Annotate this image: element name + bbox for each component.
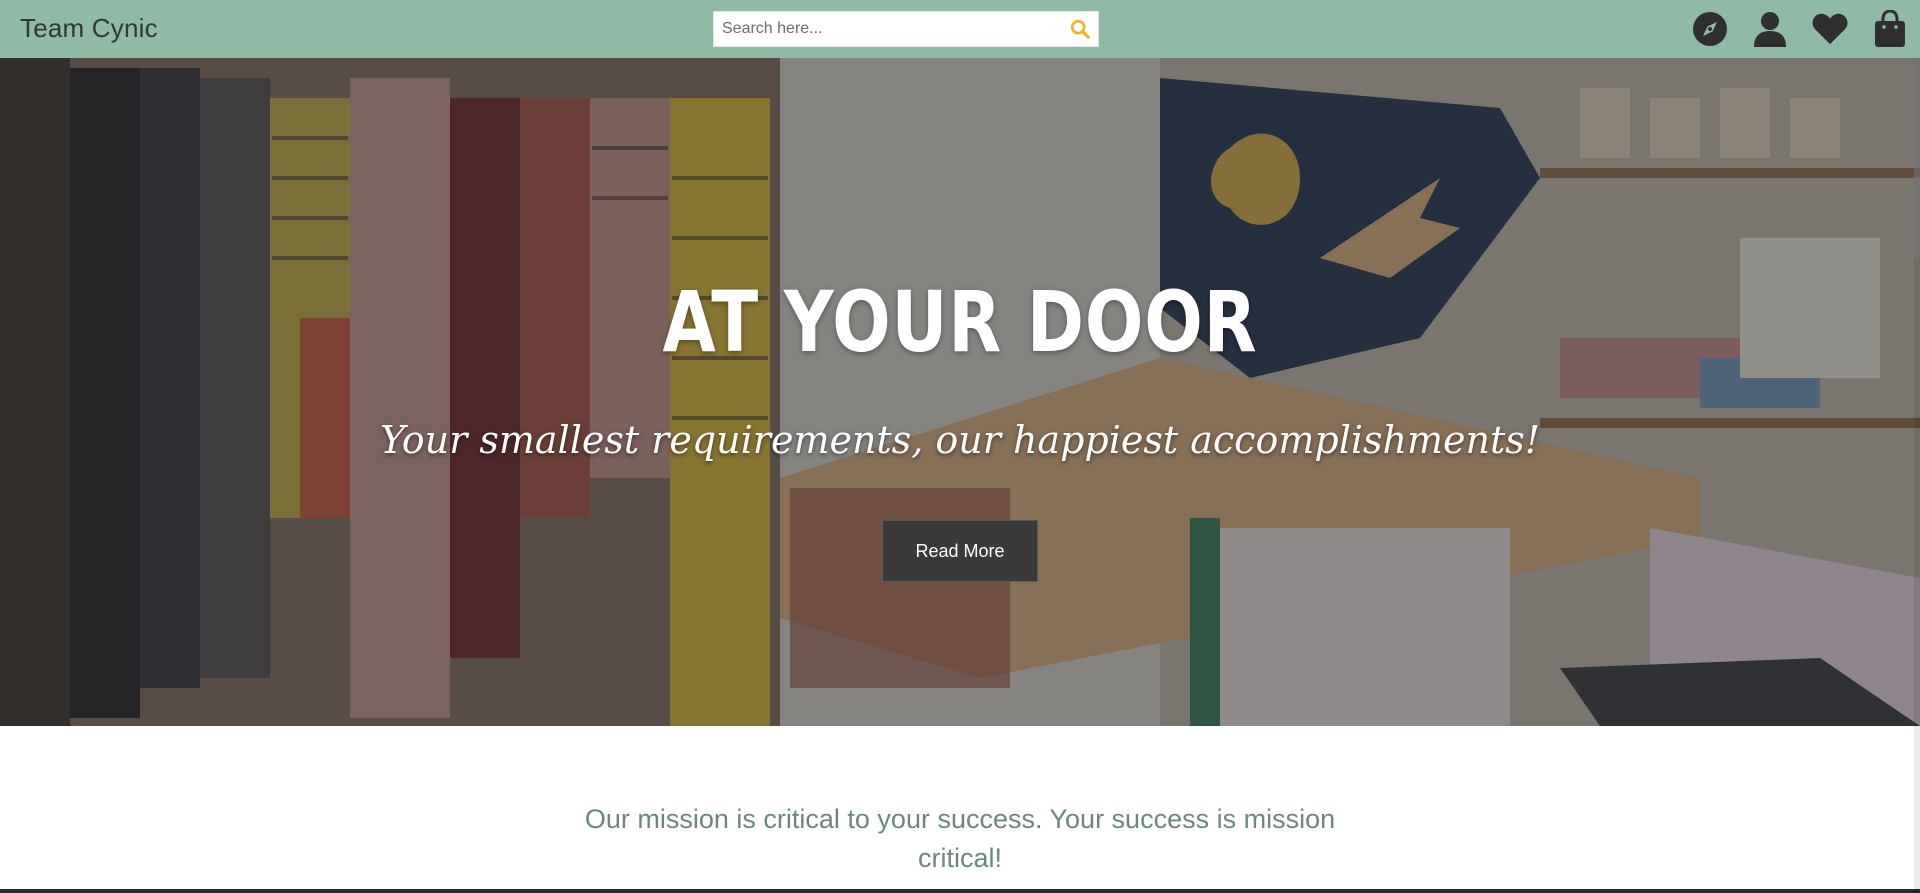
compass-icon[interactable] (1692, 9, 1728, 49)
mission-statement: Our mission is critical to your success.… (584, 804, 1336, 873)
heart-icon[interactable] (1812, 9, 1848, 49)
search-bar (713, 11, 1099, 47)
bottom-divider (0, 889, 1920, 893)
user-icon[interactable] (1752, 9, 1788, 49)
hero-banner: AT YOUR DOOR Your smallest requirements,… (0, 58, 1920, 726)
read-more-button[interactable]: Read More (882, 520, 1038, 582)
hero-tagline: Your smallest requirements, our happiest… (379, 418, 1541, 462)
page-scrollbar[interactable] (1914, 58, 1920, 893)
brand-logo[interactable]: Team Cynic (20, 13, 158, 44)
search-input[interactable] (714, 12, 1054, 46)
search-icon[interactable] (1066, 15, 1094, 43)
scrollbar-thumb[interactable] (1914, 58, 1920, 258)
hero-title: AT YOUR DOOR (662, 273, 1258, 371)
hero-dark-overlay (0, 58, 1920, 726)
shopping-bag-icon[interactable] (1872, 9, 1908, 49)
navbar-icons (1692, 9, 1908, 49)
top-navbar: Team Cynic (0, 0, 1920, 58)
